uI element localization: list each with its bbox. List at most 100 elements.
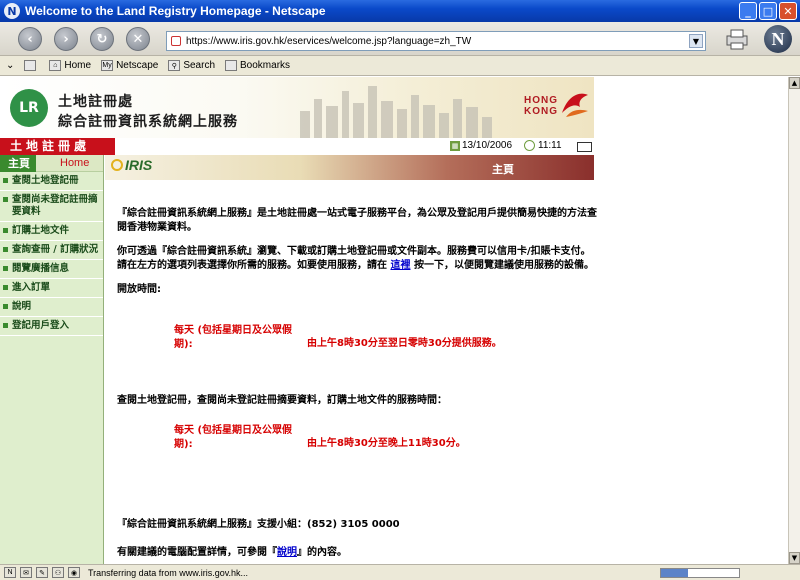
bullet-icon xyxy=(3,323,8,328)
window-controls: _ □ ✕ xyxy=(739,2,797,20)
clock-icon xyxy=(524,140,535,151)
forward-button[interactable]: › xyxy=(54,27,78,51)
open-hours-label: 開放時間: xyxy=(117,284,161,295)
scroll-down-button[interactable]: ▼ xyxy=(789,552,800,564)
iris-logo-text: IRIS xyxy=(125,157,153,173)
url-field[interactable]: https://www.iris.gov.hk/eservices/welcom… xyxy=(166,31,706,51)
forward-arrow-icon: › xyxy=(63,31,69,47)
personal-toolbar: ⌄ ⌂ Home My Netscape ⚲ Search Bookmarks xyxy=(0,56,800,76)
service-hours-label: 查閱土地登記冊，查閱尚未登記註冊摘要資料，訂購土地文件的服務時間： xyxy=(117,395,447,406)
calendar-icon: ▦ xyxy=(450,141,460,151)
service-hours: 每天 (包括星期日及公眾假期): 由上午8時30分至晚上11時30分。 xyxy=(117,424,597,484)
reload-icon: ↻ xyxy=(96,31,108,47)
minimize-button[interactable]: _ xyxy=(739,2,757,20)
menu-home[interactable]: 主頁 Home xyxy=(0,154,103,172)
toolbar-item-search[interactable]: ⚲ Search xyxy=(168,60,215,71)
toolbar-item-home[interactable]: ⌂ Home xyxy=(49,60,91,71)
toolbar-item-label: Netscape xyxy=(116,60,159,71)
tab-icon[interactable] xyxy=(24,60,39,71)
navigator-icon[interactable]: N xyxy=(4,567,16,578)
bullet-icon xyxy=(3,178,8,183)
toolbar-grip-icon: ⌄ xyxy=(6,60,15,71)
vertical-scrollbar[interactable]: ▲ ▼ xyxy=(788,77,800,564)
toolbar-item-bookmarks[interactable]: Bookmarks xyxy=(225,60,290,71)
mail-icon[interactable] xyxy=(577,142,592,152)
bookmarks-icon xyxy=(225,60,238,71)
hong-kong-dragon-icon xyxy=(562,93,588,117)
menu-item-user-login[interactable]: 登記用戶登入 xyxy=(0,317,103,336)
bullet-icon xyxy=(3,266,8,271)
menu-item-enter-order[interactable]: 進入訂單 xyxy=(0,279,103,298)
page-viewport: LR 土地註冊處 綜合註冊資訊系統網上服務 HONG KONG 土地註冊處 ▦ … xyxy=(0,77,788,564)
opening-hours-days: 每天 (包括星期日及公眾假期): xyxy=(174,325,293,350)
load-progress-bar xyxy=(660,567,740,578)
equipment-link[interactable]: 這裡 xyxy=(390,260,410,271)
land-registry-logo-icon: LR xyxy=(10,89,48,127)
window-title: Welcome to the Land Registry Homepage - … xyxy=(25,4,326,18)
usage-paragraph: 你可透過『綜合註冊資訊系統』瀏覽、下載或訂購土地登記冊或文件副本。服務費可以信用… xyxy=(117,245,597,273)
menu-item-label: 訂購土地文件 xyxy=(12,225,70,236)
intro-paragraph: 『綜合註冊資訊系統網上服務』是土地註冊處一站式電子服務平台，為公眾及登記用戶提供… xyxy=(117,208,597,233)
header-title-line1: 土地註冊處 xyxy=(58,94,133,110)
bullet-icon xyxy=(3,197,8,202)
menu-item-label: 登記用戶登入 xyxy=(12,320,70,331)
menu-item-unregistered-memorials[interactable]: 查閱尚未登記註冊摘要資料 xyxy=(0,191,103,222)
bullet-icon xyxy=(3,228,8,233)
menu-item-broadcast[interactable]: 閱覽廣播信息 xyxy=(0,260,103,279)
url-dropdown-button[interactable]: ▼ xyxy=(689,34,703,48)
usage-text-after: 按一下，以便閱覽建議使用服務的設備。 xyxy=(410,260,594,271)
left-menu: 主頁 Home 查閱土地登記冊 查閱尚未登記註冊摘要資料 訂購土地文件 查詢查冊… xyxy=(0,154,104,564)
skyline-image xyxy=(300,86,492,138)
config-text-before: 有關建議的電腦配置詳情，可參閱『 xyxy=(117,547,277,558)
config-text-after: 』的內容。 xyxy=(297,547,347,558)
close-button[interactable]: ✕ xyxy=(779,2,797,20)
menu-item-order-documents[interactable]: 訂購土地文件 xyxy=(0,222,103,241)
iris-logo: IRIS xyxy=(111,157,152,173)
iris-ring-icon xyxy=(111,159,123,171)
main-content: 『綜合註冊資訊系統網上服務』是土地註冊處一站式電子服務平台，為公眾及登記用戶提供… xyxy=(117,207,597,560)
netscape-icon: N xyxy=(4,3,20,19)
my-netscape-icon: My xyxy=(101,60,114,71)
back-arrow-icon: ‹ xyxy=(27,31,33,47)
menu-item-label: 進入訂單 xyxy=(12,282,51,293)
toolbar-item-label: Home xyxy=(64,60,92,71)
chat-icon[interactable]: ◉ xyxy=(68,567,80,578)
stop-button[interactable]: ✕ xyxy=(126,27,150,51)
composer-icon[interactable]: ✎ xyxy=(36,567,48,578)
menu-item-order-status[interactable]: 查詢查冊 / 訂購狀況 xyxy=(0,241,103,260)
toolbar-item-netscape[interactable]: My Netscape xyxy=(101,60,158,71)
menu-item-search-register[interactable]: 查閱土地登記冊 xyxy=(0,172,103,191)
opening-hours-time: 由上午8時30分至翌日零時30分提供服務。 xyxy=(307,338,502,349)
service-hours-time: 由上午8時30分至晚上11時30分。 xyxy=(307,438,466,449)
date-bar xyxy=(115,138,594,155)
navigation-toolbar: ‹ › ↻ ✕ https://www.iris.gov.hk/eservice… xyxy=(0,22,800,56)
help-link[interactable]: 說明 xyxy=(277,547,297,558)
maximize-button[interactable]: □ xyxy=(759,2,777,20)
toolbar-item-label: Search xyxy=(183,60,216,71)
opening-hours: 每天 (包括星期日及公眾假期): 由上午8時30分至翌日零時30分提供服務。 xyxy=(117,324,597,384)
netscape-throbber-icon[interactable]: N xyxy=(764,25,792,53)
back-button[interactable]: ‹ xyxy=(18,27,42,51)
address-book-icon[interactable]: ⚇ xyxy=(52,567,64,578)
print-icon[interactable] xyxy=(723,28,751,50)
window-titlebar: N Welcome to the Land Registry Homepage … xyxy=(0,0,800,22)
home-icon: ⌂ xyxy=(49,60,62,71)
bullet-icon xyxy=(3,285,8,290)
menu-item-label: 查詢查冊 / 訂購狀況 xyxy=(12,244,99,255)
status-text: Transferring data from www.iris.gov.hk..… xyxy=(88,567,249,578)
menu-home-zh: 主頁 xyxy=(0,154,36,172)
iris-banner: IRIS 主頁 xyxy=(105,155,594,180)
site-icon xyxy=(171,36,181,46)
menu-item-label: 查閱尚未登記註冊摘要資料 xyxy=(12,194,98,217)
current-time: 11:11 xyxy=(538,140,562,151)
config-paragraph: 有關建議的電腦配置詳情，可參閱『說明』的內容。 xyxy=(117,546,597,560)
bullet-icon xyxy=(3,304,8,309)
menu-home-en: Home xyxy=(60,157,90,169)
reload-button[interactable]: ↻ xyxy=(90,27,114,51)
scroll-up-button[interactable]: ▲ xyxy=(789,77,800,89)
menu-item-label: 查閱土地登記冊 xyxy=(12,175,79,186)
menu-item-help[interactable]: 說明 xyxy=(0,298,103,317)
menu-item-label: 閱覽廣播信息 xyxy=(12,263,70,274)
mail-status-icon[interactable]: ✉ xyxy=(20,567,32,578)
search-icon: ⚲ xyxy=(168,60,181,71)
